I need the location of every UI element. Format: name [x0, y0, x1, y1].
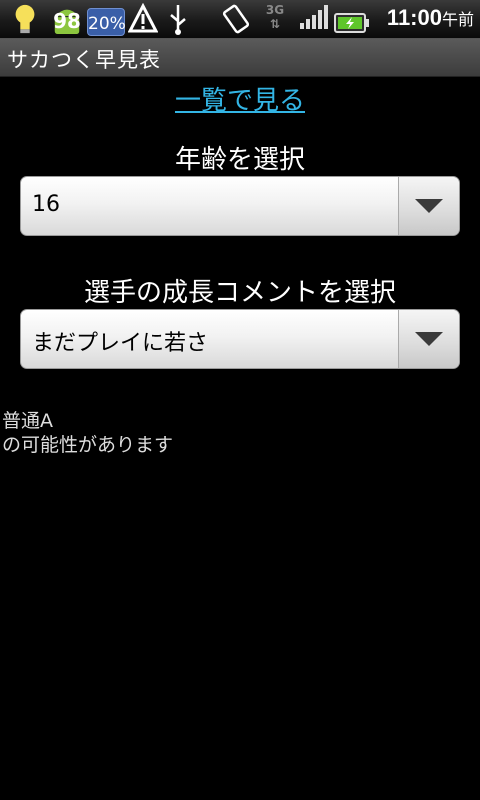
age-label: 年齢を選択	[174, 145, 305, 175]
result-text: の可能性があります	[2, 434, 174, 456]
age-value: 16	[32, 192, 60, 217]
rotate-icon	[222, 4, 250, 34]
chevron-down-icon	[415, 332, 443, 346]
app-title: サカつく早見表	[7, 48, 161, 72]
3g-icon: 3G ⇅	[265, 3, 285, 31]
comment-value: まだプレイに若さ	[32, 331, 209, 356]
battery-icon	[334, 13, 369, 33]
age-dropdown-button[interactable]	[398, 177, 459, 235]
comment-dropdown-button[interactable]	[398, 310, 459, 368]
lightbulb-icon	[15, 4, 35, 34]
signal-icon	[300, 0, 330, 38]
android-badge: 98	[53, 9, 81, 33]
app-title-bar: サカつく早見表	[0, 39, 480, 77]
comment-spinner[interactable]: まだプレイに若さ	[20, 309, 460, 369]
age-spinner[interactable]: 16	[20, 176, 460, 236]
comment-label: 選手の成長コメントを選択	[83, 278, 396, 308]
result-grade: 普通A	[2, 410, 53, 432]
clock: 11:00午前	[386, 5, 474, 30]
chevron-down-icon	[415, 199, 443, 213]
view-list-link[interactable]: 一覧で見る	[0, 80, 480, 117]
warning-icon	[128, 3, 158, 33]
weather-badge: 20%	[87, 8, 126, 36]
status-bar: 98 20% 3G ⇅ 11:00午前	[0, 0, 480, 39]
usb-icon	[170, 5, 186, 35]
